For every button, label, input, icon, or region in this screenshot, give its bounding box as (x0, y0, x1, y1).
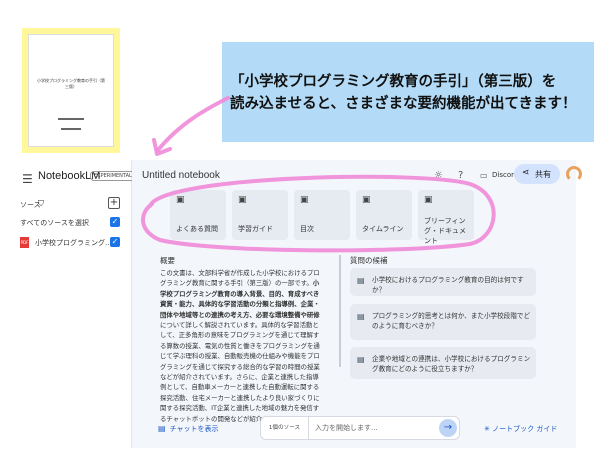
card-toc[interactable]: ▣ 目次 (294, 190, 350, 240)
card-briefing-doc[interactable]: ▣ ブリーフィング・ドキュメント (418, 190, 474, 245)
card-label: よくある質問 (176, 225, 218, 233)
question-icon: ▤ (357, 355, 365, 364)
doc-icon: ▣ (362, 195, 371, 205)
theme-toggle-icon[interactable]: ☼ (434, 170, 443, 181)
experimental-badge: EXPERIMENTAL (90, 171, 136, 181)
notebook-title[interactable]: Untitled notebook (142, 170, 220, 181)
card-label: ブリーフィング・ドキュメント (424, 217, 466, 245)
main-panel: Untitled notebook ☼ ? ▭ Discord ⋖ 共有 ▣ よ… (132, 160, 582, 448)
summary-text-1: この文書は、文部科学省が作成した小学校におけるプログラミング教育に関する手引（第… (160, 269, 320, 288)
help-icon[interactable]: ? (458, 170, 463, 181)
add-source-button[interactable]: + (108, 197, 120, 209)
chat-bar: ▤チャットを表示 1個のソース → ✳ ノートブック ガイド (132, 412, 576, 448)
doc-icon: ▣ (300, 195, 309, 205)
suggested-question[interactable]: ▤ 小学校におけるプログラミング教育の目的は何ですか？ (350, 268, 536, 296)
sparkle-icon: ✳ (484, 425, 493, 433)
show-chat-label: チャットを表示 (169, 425, 219, 433)
suggested-questions-title: 質問の候補 (350, 256, 388, 265)
question-text: プログラミング的思考とは何か、また小学校段階でどのように育むべきか？ (372, 312, 531, 330)
card-timeline[interactable]: ▣ タイムライン (356, 190, 412, 240)
callout-line-1: 「小学校プログラミング教育の手引」（第三版）を (230, 74, 557, 90)
question-icon: ▤ (357, 312, 365, 321)
pdf-icon: PDF (20, 237, 29, 248)
notebook-guide-label: ノートブック ガイド (492, 425, 558, 433)
question-text: 小学校におけるプログラミング教育の目的は何ですか？ (372, 276, 524, 294)
card-label: 目次 (300, 225, 314, 233)
document-line (61, 128, 81, 130)
summary-title: 概要 (160, 256, 175, 265)
summary-body: この文書は、文部科学省が作成した小学校におけるプログラミング教育に関する手引（第… (160, 268, 324, 424)
doc-icon: ▣ (424, 195, 433, 205)
callout-text: 「小学校プログラミング教育の手引」（第三版）を 読み込ませると、さまざまな要約機… (230, 71, 590, 115)
send-arrow-icon[interactable]: → (439, 419, 457, 437)
share-button[interactable]: ⋖ 共有 (514, 164, 560, 184)
card-label: タイムライン (362, 225, 404, 233)
arrow-head (152, 138, 172, 156)
scroll-divider (339, 255, 341, 367)
document-thumbnail: 小学校プログラミング教育の手引（第三版） (22, 28, 120, 153)
card-study-guide[interactable]: ▣ 学習ガイド (232, 190, 288, 240)
suggested-question[interactable]: ▤ 企業や地域との連携は、小学校におけるプログラミング教育にどのように役立ちます… (350, 347, 536, 379)
question-icon: ▤ (357, 276, 365, 285)
source-checkbox[interactable]: ✓ (110, 237, 120, 247)
doc-icon: ▣ (176, 195, 185, 205)
select-all-label: すべてのソースを選択 (20, 219, 89, 227)
document-page (28, 34, 114, 147)
chat-input[interactable] (315, 421, 435, 435)
document-thumbnail-title: 小学校プログラミング教育の手引（第三版） (37, 78, 105, 89)
document-line (58, 118, 84, 120)
notebooklm-window: ☰ NotebookLM EXPERIMENTAL ソース ⛉ + すべてのソー… (16, 160, 582, 448)
question-text: 企業や地域との連携は、小学校におけるプログラミング教育にどのように役立ちますか？ (372, 355, 531, 373)
chat-icon: ▤ (158, 424, 166, 433)
card-faq[interactable]: ▣ よくある質問 (170, 190, 226, 240)
source-item-name[interactable]: 小学校プログラミング... (35, 238, 112, 248)
callout-line-2: 読み込ませると、さまざまな要約機能が出てきます！ (230, 96, 577, 112)
show-chat-button[interactable]: ▤ チャットを表示 (158, 424, 219, 434)
shield-info-icon[interactable]: ⛉ (38, 199, 44, 209)
share-label: 共有 (535, 170, 551, 179)
card-label: 学習ガイド (238, 225, 273, 233)
share-icon: ⋖ (522, 168, 530, 178)
sidebar: ☰ NotebookLM EXPERIMENTAL ソース ⛉ + すべてのソー… (16, 160, 136, 448)
callout-box: 「小学校プログラミング教育の手引」（第三版）を 読み込ませると、さまざまな要約機… (222, 42, 594, 142)
suggested-question[interactable]: ▤ プログラミング的思考とは何か、また小学校段階でどのように育むべきか？ (350, 304, 536, 340)
notebook-guide-button[interactable]: ✳ ノートブック ガイド (484, 424, 557, 434)
chat-input-wrapper: 1個のソース → (260, 416, 460, 440)
arrow-shaft (156, 96, 230, 152)
doc-icon: ▣ (238, 195, 247, 205)
menu-icon[interactable]: ☰ (22, 172, 33, 186)
select-all-checkbox[interactable]: ✓ (110, 217, 120, 227)
discord-icon[interactable]: ▭ (480, 171, 488, 180)
summary-text-2: について詳しく解説されています。具体的な学習活動として、正多角形の意味をプログラ… (160, 321, 320, 423)
avatar[interactable] (566, 166, 582, 182)
source-count: 1個のソース (261, 417, 309, 439)
